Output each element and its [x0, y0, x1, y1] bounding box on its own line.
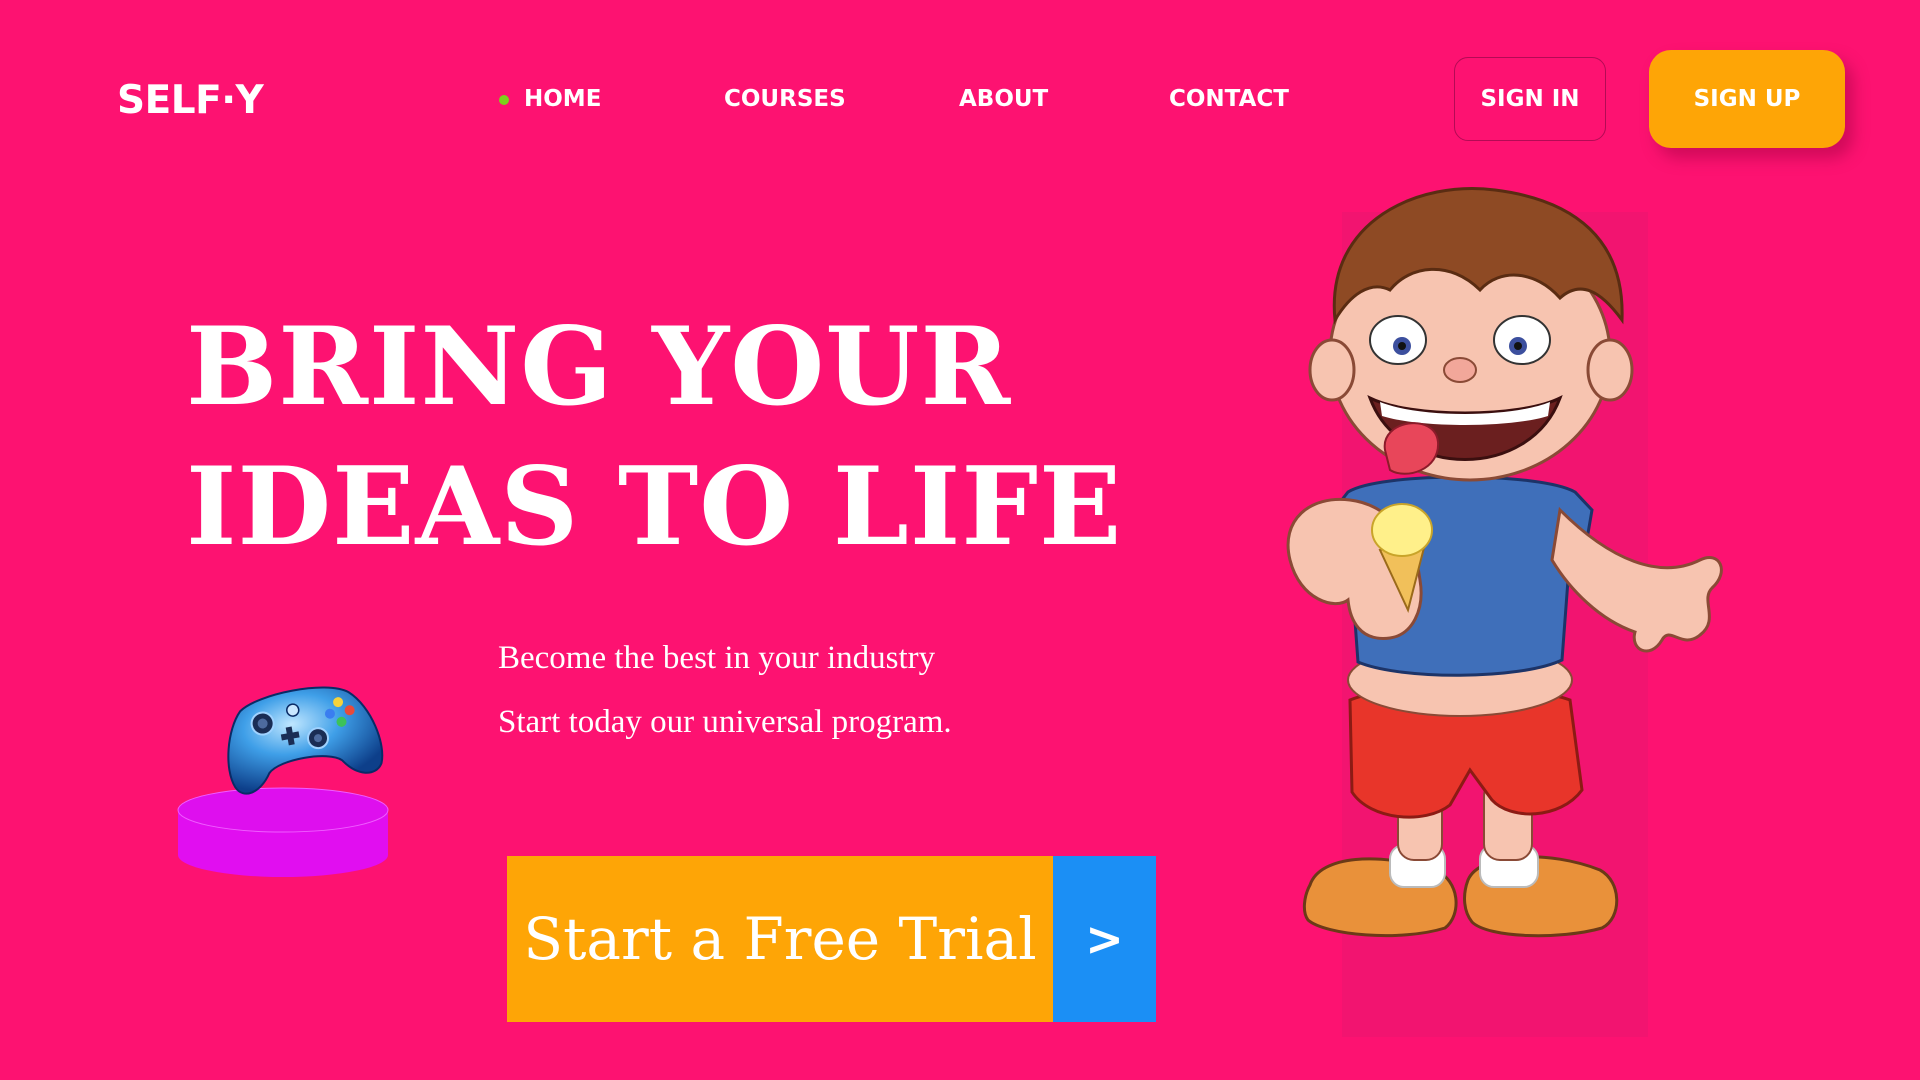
hero-headline-line-2: IDEAS TO LIFE	[186, 444, 1123, 570]
hero-subtitle-line-1: Become the best in your industry	[498, 640, 936, 676]
boy-illustration	[1230, 180, 1760, 1040]
sign-up-button[interactable]: SIGN UP	[1649, 50, 1845, 148]
nav-about[interactable]: ABOUT	[959, 86, 1048, 112]
cta-arrow-button[interactable]: >	[1053, 856, 1156, 1022]
nav-home[interactable]: HOME	[524, 86, 601, 112]
nav-courses[interactable]: COURSES	[724, 86, 846, 112]
logo[interactable]: SELF·Y	[117, 78, 264, 123]
sign-in-button[interactable]: SIGN IN	[1454, 57, 1606, 141]
gamepad-icon	[227, 686, 384, 795]
gamepad-illustration	[170, 670, 410, 900]
active-nav-indicator	[499, 95, 509, 105]
hero-headline-line-1: BRING YOUR	[186, 304, 1012, 430]
nav-contact[interactable]: CONTACT	[1169, 86, 1289, 112]
hero-subtitle-line-2: Start today our universal program.	[498, 704, 952, 740]
start-free-trial-button[interactable]: Start a Free Trial	[507, 856, 1053, 1022]
